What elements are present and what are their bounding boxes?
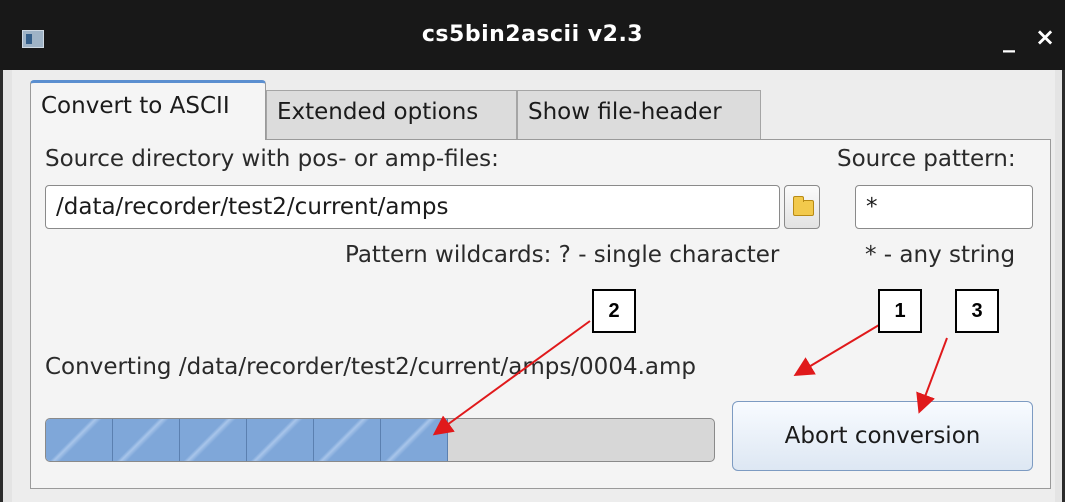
arrow-2: [432, 320, 591, 436]
callout-2: 2: [592, 289, 636, 333]
tab-convert-to-ascii[interactable]: Convert to ASCII: [30, 80, 266, 140]
callout-1: 1: [878, 289, 922, 333]
callout-3: 3: [955, 289, 999, 333]
arrow-3: [916, 337, 948, 414]
arrow-1: [793, 324, 880, 377]
annotation-arrows: [432, 320, 948, 436]
